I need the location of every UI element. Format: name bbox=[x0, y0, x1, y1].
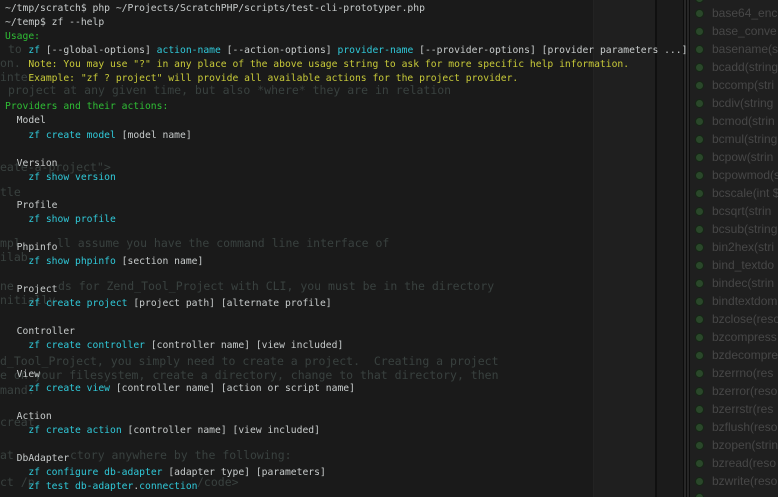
terminal-line: zf show phpinfo [section name] bbox=[5, 256, 203, 268]
terminal-text-segment: zf create controller bbox=[28, 340, 145, 351]
terminal-line: Example: "zf ? project" will provide all… bbox=[5, 73, 518, 85]
terminal-text-segment: Phpinfo bbox=[5, 242, 58, 253]
terminal-text-segment bbox=[5, 481, 28, 492]
terminal-text-segment: Note: You may use "?" in any place of th… bbox=[5, 59, 629, 70]
terminal-text-segment: zf create model bbox=[28, 130, 116, 141]
terminal-text-segment: zf show profile bbox=[28, 214, 116, 225]
terminal-text-segment bbox=[5, 130, 28, 141]
terminal-line: Profile bbox=[5, 200, 58, 212]
terminal-text-segment: Example: "zf ? project" will provide all… bbox=[5, 73, 518, 84]
terminal-line: Model bbox=[5, 115, 46, 127]
terminal-text-segment: zf configure db-adapter bbox=[28, 467, 162, 478]
terminal-text-segment: [controller name] [view included] bbox=[122, 425, 320, 436]
terminal-line: zf show version bbox=[5, 172, 116, 184]
terminal-line: DbAdapter bbox=[5, 453, 69, 465]
terminal-line: Project bbox=[5, 284, 58, 296]
terminal-text-segment: [--action-options] bbox=[221, 45, 338, 56]
terminal-text-segment bbox=[5, 467, 28, 478]
terminal-line: Phpinfo bbox=[5, 242, 58, 254]
terminal-line: zf create project [project path] [altern… bbox=[5, 298, 332, 310]
terminal-line: zf configure db-adapter [adapter type] [… bbox=[5, 467, 326, 479]
terminal-text-segment: Usage: bbox=[5, 31, 40, 42]
terminal-line: zf create model [model name] bbox=[5, 130, 192, 142]
terminal-text-segment: zf bbox=[28, 45, 40, 56]
terminal-text-segment: [section name] bbox=[116, 256, 204, 267]
terminal-text-segment: ~/tmp/scratch$ php ~/Projects/ScratchPHP… bbox=[5, 3, 425, 14]
terminal-text-segment: zf show version bbox=[28, 172, 116, 183]
terminal-text-segment: DbAdapter bbox=[5, 453, 69, 464]
terminal-text-segment: Providers and their actions: bbox=[5, 101, 168, 112]
terminal-prompt-line: ~/tmp/scratch$ php ~/Projects/ScratchPHP… bbox=[5, 3, 425, 15]
terminal-line: zf create action [controller name] [view… bbox=[5, 425, 320, 437]
terminal-line: Controller bbox=[5, 326, 75, 338]
terminal-window[interactable]: ~/tmp/scratch$ php ~/Projects/ScratchPHP… bbox=[0, 0, 778, 497]
terminal-text-segment: zf create project bbox=[28, 298, 127, 309]
terminal-text-segment: [adapter type] [parameters] bbox=[163, 467, 326, 478]
terminal-text-segment: Project bbox=[5, 284, 58, 295]
terminal-line: zf create view [controller name] [action… bbox=[5, 383, 355, 395]
terminal-line: Action bbox=[5, 411, 52, 423]
terminal-text-segment: Version bbox=[5, 158, 58, 169]
terminal-text-segment: [controller name] [action or script name… bbox=[110, 383, 355, 394]
terminal-text-segment: Model bbox=[5, 115, 46, 126]
terminal-text-segment: action-name bbox=[157, 45, 221, 56]
terminal-text-segment bbox=[5, 256, 28, 267]
terminal-text-segment bbox=[5, 298, 28, 309]
terminal-text-segment: [model name] bbox=[116, 130, 192, 141]
terminal-line: zf show profile bbox=[5, 214, 116, 226]
terminal-prompt-line: ~/temp$ zf --help bbox=[5, 17, 104, 29]
terminal-text-segment: zf test db-adapter bbox=[28, 481, 133, 492]
terminal-line: Providers and their actions: bbox=[5, 101, 168, 113]
terminal-text-segment: zf create action bbox=[28, 425, 121, 436]
terminal-line: Note: You may use "?" in any place of th… bbox=[5, 59, 629, 71]
terminal-text-segment bbox=[5, 425, 28, 436]
terminal-text-segment: zf create view bbox=[28, 383, 110, 394]
terminal-text-segment: View bbox=[5, 369, 40, 380]
terminal-text-segment: [--provider-options] [provider parameter… bbox=[413, 45, 687, 56]
terminal-text-segment: zf show phpinfo bbox=[28, 256, 116, 267]
terminal-text-segment: [controller name] [view included] bbox=[145, 340, 343, 351]
terminal-line: Usage: bbox=[5, 31, 40, 43]
terminal-line: View bbox=[5, 369, 40, 381]
terminal-line: zf create controller [controller name] [… bbox=[5, 340, 343, 352]
terminal-line: Version bbox=[5, 158, 58, 170]
terminal-line: zf test db-adapter.connection bbox=[5, 481, 198, 493]
terminal-text-segment: [project path] [alternate profile] bbox=[128, 298, 332, 309]
terminal-text-segment bbox=[5, 383, 28, 394]
terminal-text-segment bbox=[5, 214, 28, 225]
terminal-text-segment bbox=[5, 340, 28, 351]
terminal-text-segment: connection bbox=[139, 481, 197, 492]
terminal-line: zf [--global-options] action-name [--act… bbox=[5, 45, 687, 57]
terminal-text-segment: Action bbox=[5, 411, 52, 422]
terminal-text-segment: ~/temp$ zf --help bbox=[5, 17, 104, 28]
terminal-text-segment: provider-name bbox=[337, 45, 413, 56]
terminal-text-segment bbox=[5, 172, 28, 183]
terminal-text-segment: [--global-options] bbox=[40, 45, 157, 56]
terminal-text-segment: Profile bbox=[5, 200, 58, 211]
terminal-text-segment bbox=[5, 45, 28, 56]
terminal-text-segment: Controller bbox=[5, 326, 75, 337]
